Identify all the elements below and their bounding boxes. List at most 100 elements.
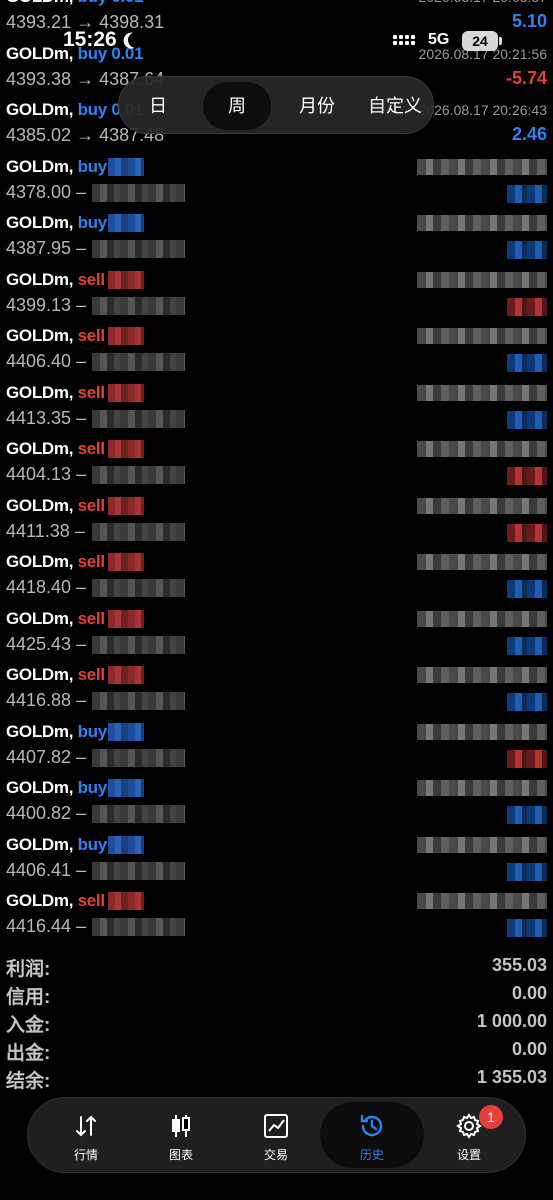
redacted-time <box>417 554 547 570</box>
trade-prices: 4411.38 – <box>6 520 85 541</box>
trade-symbol: GOLDm, <box>6 495 74 515</box>
redacted-close-price <box>92 409 185 428</box>
redacted-close-price <box>92 296 185 315</box>
trade-row[interactable]: GOLDm, sell 4425.43 – <box>0 603 553 660</box>
trade-row[interactable]: GOLDm, sell 4413.35 – <box>0 377 553 434</box>
trade-title: GOLDm, buy <box>6 835 107 855</box>
trade-symbol: GOLDm, <box>6 382 74 402</box>
redacted-time <box>417 271 547 288</box>
trade-row[interactable]: GOLDm, buy 4400.82 – <box>0 772 553 829</box>
trade-row[interactable]: GOLDm, buy 4407.82 – <box>0 716 553 773</box>
trade-row[interactable]: GOLDm, buy 4378.00 – <box>0 151 553 208</box>
trade-row[interactable]: GOLDm, buy 4387.95 – <box>0 207 553 264</box>
nav-trade[interactable]: 交易 <box>228 1098 324 1174</box>
trade-prices: 4406.40 – <box>6 351 87 371</box>
nav-settings[interactable]: 设置 <box>421 1098 517 1174</box>
redacted-profit <box>507 354 547 372</box>
trade-row[interactable]: GOLDm, sell 4406.40 – <box>0 320 553 377</box>
trade-title: GOLDm, buy 0.01 <box>6 0 144 7</box>
trade-symbol: GOLDm, <box>6 778 74 797</box>
period-tab-day[interactable]: 日 <box>127 82 189 130</box>
trade-prices: 4413.35 – <box>6 407 87 428</box>
trade-symbol: GOLDm, <box>6 156 74 176</box>
redacted-close-price <box>92 466 185 484</box>
trade-row[interactable]: GOLDm, sell 4418.40 – <box>0 546 553 603</box>
redacted-close-price <box>92 918 185 936</box>
trade-symbol: GOLDm, <box>6 665 74 684</box>
redacted-volume <box>108 496 144 515</box>
trade-direction: buy <box>77 721 108 741</box>
summary-label: 入金: <box>6 1015 51 1036</box>
trade-history-list: GOLDm, buy 0.014393.21 → 4398.312026.08.… <box>0 0 553 942</box>
nav-label: 交易 <box>263 1148 288 1162</box>
period-tab-month[interactable]: 月份 <box>283 82 351 130</box>
trade-direction: sell <box>77 269 105 289</box>
redacted-time <box>417 158 547 175</box>
summary-value: 355.03 <box>491 955 547 975</box>
nav-label: 行情 <box>73 1148 98 1162</box>
trade-prices: 4425.43 – <box>6 633 87 654</box>
redacted-volume <box>108 722 144 741</box>
trade-profit: 2.46 <box>511 124 547 144</box>
redacted-close-price <box>92 353 185 371</box>
trade-prices: 4378.00 – <box>6 181 87 202</box>
summary-row-profit: 利润: 355.03 <box>0 952 553 980</box>
trade-symbol: GOLDm, <box>6 608 74 628</box>
trade-row[interactable]: GOLDm, sell 4404.13 – <box>0 433 553 490</box>
quotes-icon <box>76 1115 96 1137</box>
trade-title: GOLDm, buy <box>6 157 107 177</box>
network-type: 5G <box>428 31 450 48</box>
trade-title: GOLDm, buy <box>6 722 107 742</box>
trade-time: 2026.08.17 20:26:43 <box>418 102 547 118</box>
summary-value: 1 355.03 <box>476 1067 547 1087</box>
moon-icon <box>126 30 147 51</box>
redacted-time <box>417 215 547 231</box>
trade-title: GOLDm, sell <box>6 270 105 290</box>
nav-quotes[interactable]: 行情 <box>38 1098 134 1174</box>
trade-row[interactable]: GOLDm, sell 4399.13 – <box>0 264 553 321</box>
redacted-volume <box>108 835 144 854</box>
trade-title: GOLDm, buy <box>6 213 107 233</box>
trade-symbol: GOLDm, <box>6 213 74 232</box>
account-summary: 利润: 355.03 信用: 0.00 入金: 1 000.00 出金: 0.0… <box>0 952 553 1092</box>
redacted-volume <box>108 666 144 684</box>
redacted-volume <box>108 779 144 797</box>
trade-symbol: GOLDm, <box>6 439 74 458</box>
redacted-time <box>417 723 547 740</box>
trade-title: GOLDm, buy <box>6 778 107 798</box>
redacted-volume <box>108 214 144 232</box>
redacted-profit <box>507 580 547 598</box>
trade-row[interactable]: GOLDm, sell 4411.38 – <box>0 490 553 547</box>
trade-direction: sell <box>77 891 105 910</box>
trade-title: GOLDm, sell <box>6 552 105 572</box>
redacted-volume <box>108 157 144 176</box>
period-selector: 日 周 月份 自定义 <box>118 76 434 134</box>
trade-title: GOLDm, sell <box>6 665 105 685</box>
trade-symbol: GOLDm, <box>6 721 74 741</box>
redacted-volume <box>108 892 144 910</box>
redacted-time <box>417 893 547 909</box>
redacted-profit <box>507 862 547 881</box>
trade-row[interactable]: GOLDm, sell 4416.88 – <box>0 659 553 716</box>
period-tab-week[interactable]: 周 <box>203 82 271 130</box>
trade-symbol: GOLDm, <box>6 0 73 6</box>
trade-direction: sell <box>77 382 105 402</box>
summary-label: 信用: <box>6 987 51 1008</box>
nav-label: 设置 <box>456 1148 481 1162</box>
redacted-profit <box>507 297 547 316</box>
period-tab-custom[interactable]: 自定义 <box>357 82 433 130</box>
nav-chart[interactable]: 图表 <box>133 1098 229 1174</box>
redacted-time <box>417 328 547 344</box>
trade-row[interactable]: GOLDm, sell 4416.44 – <box>0 885 553 942</box>
summary-label: 利润: <box>6 959 51 980</box>
summary-row-credit: 信用: 0.00 <box>0 980 553 1008</box>
trade-prices: 4404.13 – <box>6 464 87 484</box>
trade-title: GOLDm, sell <box>6 326 105 346</box>
redacted-profit <box>507 636 547 655</box>
redacted-profit <box>507 749 547 768</box>
redacted-volume <box>108 553 144 571</box>
nav-history[interactable]: 历史 <box>320 1102 424 1168</box>
trade-row[interactable]: GOLDm, buy 4406.41 – <box>0 829 553 886</box>
redacted-close-price <box>92 805 185 823</box>
redacted-profit <box>507 919 547 937</box>
